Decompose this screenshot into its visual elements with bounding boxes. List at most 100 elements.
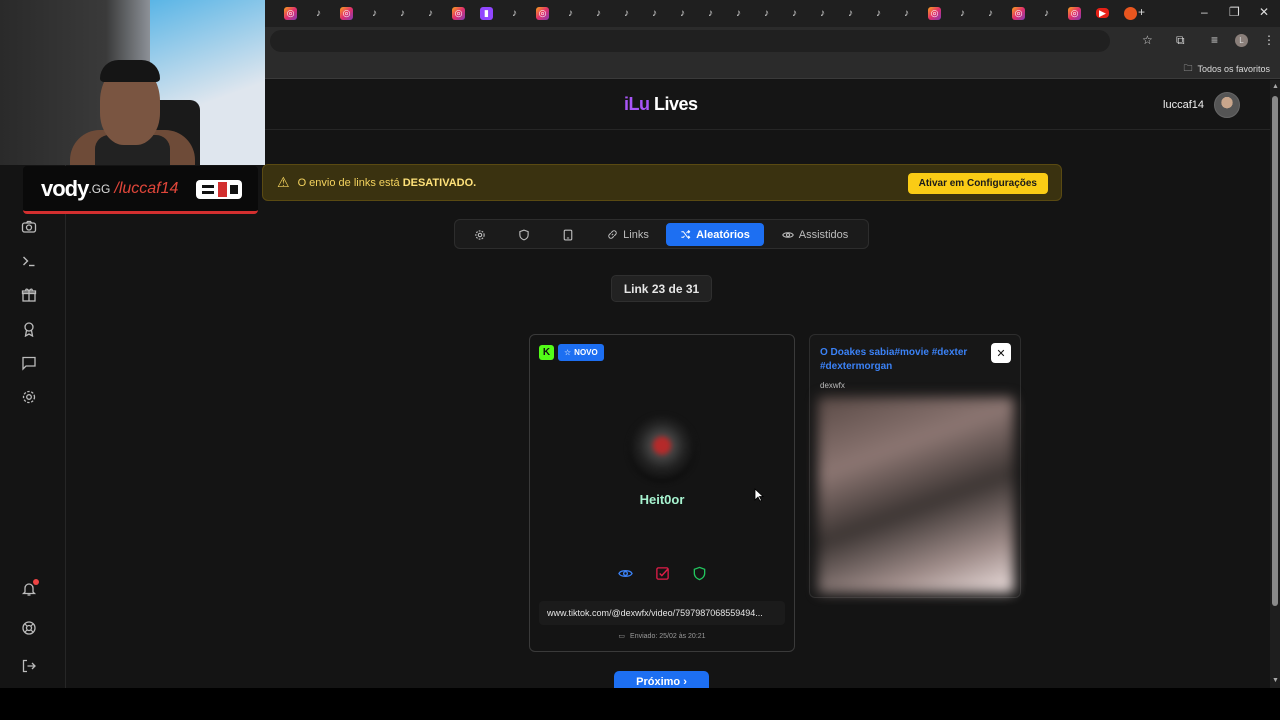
notifications-button[interactable] bbox=[21, 579, 39, 597]
app-logo[interactable]: iLu Lives bbox=[624, 94, 698, 115]
tiktok-tab-icon[interactable]: ♪ bbox=[984, 7, 997, 20]
video-title[interactable]: O Doakes sabia#movie #dexter #dextermorg… bbox=[820, 346, 990, 374]
link-counter: Link 23 de 31 bbox=[611, 275, 712, 302]
kick-platform-icon: K bbox=[539, 345, 554, 360]
sender-avatar bbox=[628, 415, 696, 483]
settings-icon[interactable] bbox=[21, 389, 37, 405]
minimize-icon[interactable]: – bbox=[1201, 5, 1208, 19]
star-icon[interactable]: ☆ bbox=[1142, 33, 1153, 47]
tiktok-tab-icon[interactable]: ♪ bbox=[368, 7, 381, 20]
tab-device[interactable] bbox=[553, 223, 583, 246]
instagram-tab-icon[interactable]: ◎ bbox=[536, 7, 549, 20]
tiktok-tab-icon[interactable]: ♪ bbox=[592, 7, 605, 20]
gear-icon bbox=[475, 229, 485, 240]
logo-part-ilu: iLu bbox=[624, 94, 650, 114]
webcam-person-hair bbox=[100, 60, 160, 82]
tiktok-tab-icon[interactable]: ♪ bbox=[732, 7, 745, 20]
vody-mark-icon bbox=[196, 180, 242, 199]
help-icon[interactable] bbox=[21, 620, 37, 636]
restore-icon[interactable]: ❐ bbox=[1229, 5, 1240, 19]
tiktok-tab-icon[interactable]: ♪ bbox=[620, 7, 633, 20]
instagram-tab-icon[interactable]: ◎ bbox=[284, 7, 297, 20]
link-icon bbox=[608, 230, 617, 239]
tiktok-tab-icon[interactable]: ♪ bbox=[312, 7, 325, 20]
sent-timestamp: Enviado: 25/02 às 20:21 bbox=[630, 632, 706, 640]
media-icon[interactable]: ≡ bbox=[1211, 33, 1218, 47]
link-url[interactable]: www.tiktok.com/@dexwfx/video/75979870685… bbox=[539, 601, 785, 625]
tiktok-tab-icon[interactable]: ♪ bbox=[396, 7, 409, 20]
tab-links-label: Links bbox=[623, 228, 649, 241]
tiktok-tab-icon[interactable]: ♪ bbox=[956, 7, 969, 20]
instagram-tab-icon[interactable]: ◎ bbox=[1012, 7, 1025, 20]
banner-status: DESATIVADO. bbox=[402, 176, 477, 189]
menu-icon[interactable]: ⋮ bbox=[1263, 33, 1275, 47]
enable-in-settings-button[interactable]: Ativar em Configurações bbox=[907, 173, 1048, 194]
tiktok-tab-icon[interactable]: ♪ bbox=[816, 7, 829, 20]
close-icon: ✕ bbox=[996, 347, 1006, 360]
tab-random[interactable]: Aleatórios bbox=[666, 223, 764, 246]
tab-watched[interactable]: Assistidos bbox=[773, 223, 857, 246]
user-menu[interactable]: luccaf14 bbox=[1163, 92, 1240, 118]
shield-icon bbox=[519, 229, 529, 240]
all-bookmarks-button[interactable]: 🗀 Todos os favoritos bbox=[1183, 61, 1270, 77]
tab-settings[interactable] bbox=[465, 223, 495, 246]
tiktok-tab-icon[interactable]: ♪ bbox=[900, 7, 913, 20]
video-author: dexwfx bbox=[820, 381, 845, 390]
shield-check-icon[interactable] bbox=[692, 566, 707, 581]
instagram-tab-icon[interactable]: ◎ bbox=[340, 7, 353, 20]
vody-handle: /luccaf14 bbox=[114, 179, 179, 197]
instagram-tab-icon[interactable]: ◎ bbox=[1068, 7, 1081, 20]
tiktok-tab-icon[interactable]: ♪ bbox=[1040, 7, 1053, 20]
eye-icon bbox=[781, 231, 794, 238]
instagram-tab-icon[interactable]: ◎ bbox=[452, 7, 465, 20]
mouse-cursor bbox=[754, 488, 764, 502]
tiktok-tab-icon[interactable]: ♪ bbox=[648, 7, 661, 20]
camera-icon[interactable] bbox=[21, 219, 37, 235]
terminal-icon[interactable] bbox=[21, 253, 37, 269]
section-tabs: Links Aleatórios Assistidos bbox=[454, 219, 869, 249]
award-icon[interactable] bbox=[21, 321, 37, 337]
tiktok-tab-icon[interactable]: ♪ bbox=[564, 7, 577, 20]
omnibox[interactable] bbox=[270, 30, 1110, 52]
scroll-thumb[interactable] bbox=[1272, 96, 1278, 606]
sent-info: ▭ Enviado: 25/02 às 20:21 bbox=[530, 632, 794, 641]
tiktok-tab-icon[interactable]: ♪ bbox=[844, 7, 857, 20]
gift-icon[interactable] bbox=[21, 287, 37, 303]
mark-checked-icon[interactable] bbox=[655, 566, 670, 581]
tab-moderation[interactable] bbox=[509, 223, 539, 246]
tiktok-tab-icon[interactable]: ♪ bbox=[872, 7, 885, 20]
tiktok-tab-icon[interactable]: ♪ bbox=[704, 7, 717, 20]
message-icon[interactable] bbox=[21, 355, 37, 371]
page-scrollbar[interactable]: ▲ ▼ bbox=[1270, 80, 1280, 688]
notification-dot bbox=[33, 579, 39, 585]
instagram-tab-icon[interactable]: ◎ bbox=[928, 7, 941, 20]
card-actions bbox=[618, 566, 707, 581]
tiktok-tab-icon[interactable]: ♪ bbox=[424, 7, 437, 20]
tab-watched-label: Assistidos bbox=[798, 228, 849, 241]
watch-eye-icon[interactable] bbox=[618, 566, 633, 581]
youtube-tab-icon[interactable]: ▶ bbox=[1096, 8, 1109, 18]
new-tab-icon[interactable]: + bbox=[1138, 5, 1145, 19]
vody-logo-suffix: .GG bbox=[88, 181, 111, 196]
vody-logo-text: vody bbox=[41, 175, 89, 201]
close-window-icon[interactable]: ✕ bbox=[1259, 5, 1269, 19]
video-thumbnail[interactable] bbox=[818, 397, 1014, 593]
tiktok-tab-icon[interactable]: ♪ bbox=[788, 7, 801, 20]
orange-app-tab-icon[interactable] bbox=[1124, 7, 1137, 20]
warning-icon: ⚠ bbox=[277, 174, 290, 190]
close-preview-button[interactable]: ✕ bbox=[991, 343, 1011, 363]
screen-bottom-bar bbox=[0, 688, 1280, 720]
screen: ◎ ♪ ◎ ♪ ♪ ♪ ◎ ▮ ♪ ◎ ♪ ♪ ♪ ♪ ♪ ♪ ♪ ♪ ♪ ♪ ♪ ♪ ♪ ◎ ♪ ♪ ◎ ♪ ◎ ▶ + – ❐ ✕ ☆… bbox=[0, 0, 1280, 720]
twitch-tab-icon[interactable]: ▮ bbox=[480, 7, 493, 20]
logout-icon[interactable] bbox=[21, 658, 37, 674]
vody-overlay-badge: vody .GG /luccaf14 bbox=[23, 166, 258, 214]
scroll-down-icon[interactable]: ▼ bbox=[1272, 677, 1279, 684]
tiktok-tab-icon[interactable]: ♪ bbox=[676, 7, 689, 20]
tiktok-tab-icon[interactable]: ♪ bbox=[760, 7, 773, 20]
star-icon: ☆ bbox=[564, 348, 572, 357]
tiktok-tab-icon[interactable]: ♪ bbox=[508, 7, 521, 20]
scroll-up-icon[interactable]: ▲ bbox=[1272, 83, 1279, 90]
tab-links[interactable]: Links bbox=[597, 223, 659, 246]
extensions-icon[interactable]: ⧉ bbox=[1176, 33, 1185, 48]
profile-icon[interactable]: L bbox=[1235, 34, 1248, 47]
